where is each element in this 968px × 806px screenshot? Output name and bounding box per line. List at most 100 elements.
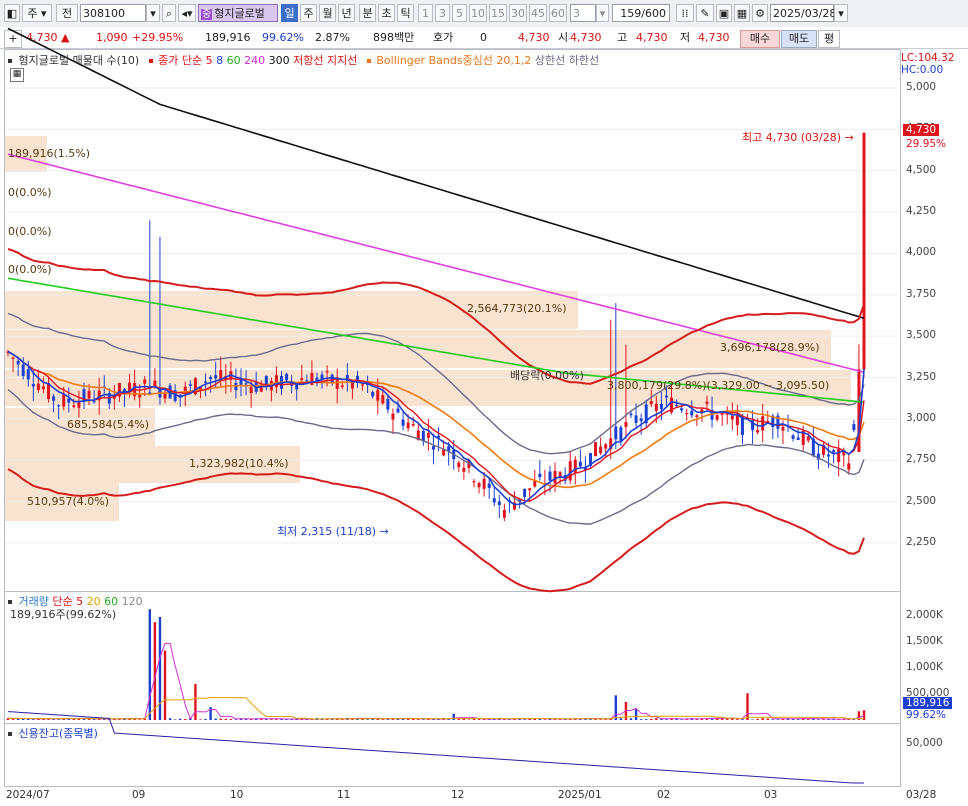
candle-body [41, 386, 45, 390]
legend-ma240[interactable]: 240 [244, 54, 265, 67]
candle-body [285, 373, 289, 381]
vp-label-0: 189,916(1.5%) [8, 147, 91, 160]
hc-label: HC:0.00 [901, 64, 944, 76]
volume-profile [5, 136, 851, 521]
candle-body [204, 381, 208, 383]
candle-body [624, 422, 628, 428]
legend-bb-down[interactable]: 하한선 [569, 54, 599, 67]
x-label-4: 12 [451, 789, 465, 801]
volume-bar [751, 719, 754, 720]
high-annotation: 최고 4,730 (03/28) → [742, 131, 854, 144]
volume-bar [173, 719, 177, 720]
vp-label-9: 510,957(4.0%) [27, 495, 110, 508]
volume-bar [604, 719, 607, 720]
candle-body [16, 360, 20, 365]
volume-bar [523, 719, 526, 720]
price-tick: 2,250 [906, 536, 937, 548]
candle-body [629, 413, 633, 416]
candle-body [244, 383, 248, 385]
price-tick: 2,750 [906, 453, 937, 466]
credit-tick-0: 50,000 [906, 737, 943, 749]
vp-label-5: 3,696,178(28.9%) [720, 341, 820, 354]
vp-label-8: 1,323,982(10.4%) [189, 457, 289, 470]
volume-bar [553, 719, 557, 720]
legend-resist[interactable]: 저항선 [293, 54, 323, 67]
candle-body [730, 415, 734, 420]
legend-bb[interactable]: Bollinger Bands중심선 20,1,2 [376, 54, 531, 67]
candle-body [371, 391, 375, 397]
candle-body [553, 470, 557, 484]
last-price-tag: 4,730 [903, 124, 940, 136]
volume-bar [766, 718, 769, 720]
vol-tick-2: 1,000K [906, 661, 943, 673]
candle-body [690, 410, 694, 416]
volume-bar [32, 719, 35, 720]
vol-tick-0: 2,000K [906, 609, 943, 621]
candle-body [472, 481, 476, 483]
candle-body [502, 509, 506, 518]
price-tick: 5,000 [906, 81, 937, 93]
candle-body [735, 415, 739, 426]
volume-bar [629, 718, 633, 720]
legend-ma[interactable]: 종가 단순 5 [158, 54, 212, 67]
volume-bar [153, 622, 157, 720]
volume-bar [852, 719, 856, 720]
vol-ma20-line [7, 697, 865, 720]
candle-body [426, 433, 430, 438]
candle-body [675, 405, 679, 407]
candle-body [827, 454, 831, 457]
volume-bar [148, 609, 152, 720]
candle-body [649, 401, 653, 405]
candle-body [523, 488, 527, 497]
credit-label[interactable]: 신용잔고(종목별) [19, 727, 98, 740]
candle-body [350, 382, 354, 389]
volume-bar [366, 719, 369, 720]
candle-body [720, 413, 724, 415]
volume-bar [168, 718, 172, 720]
volume-bars [6, 609, 866, 784]
candle-body [396, 408, 400, 413]
legend-support[interactable]: 지지선 [327, 54, 357, 67]
vp-label-2: 0(0.0%) [8, 225, 52, 238]
volume-bar [194, 683, 197, 720]
legend-stock[interactable]: 형지글로벌 매물대 수(10) [19, 54, 140, 67]
candle-body [654, 403, 658, 411]
volume-bar [229, 719, 233, 720]
price-tick: 3,750 [906, 287, 937, 300]
legend-marker [8, 59, 12, 63]
volume-bar [300, 719, 303, 720]
arrow-right-icon: → [379, 525, 389, 538]
legend-marker-orange [366, 59, 371, 63]
vol-ma5-line [7, 642, 865, 720]
candle-body [11, 357, 15, 359]
legend-ma8[interactable]: 8 [216, 54, 223, 67]
grid-toggle-icon[interactable]: ▦ [10, 68, 24, 82]
volume-bar [645, 719, 648, 720]
volume-bar [655, 718, 658, 720]
candle-body [538, 473, 542, 478]
candle-body [578, 461, 582, 467]
volume-bar [472, 718, 476, 720]
volume-bar [680, 719, 683, 720]
candle-body [599, 446, 603, 454]
x-label-7: 03 [764, 789, 778, 801]
volume-bar [224, 718, 227, 720]
price-chart [5, 27, 898, 784]
candle-body [492, 498, 496, 503]
price-tick: 3,500 [906, 329, 937, 342]
legend-ma300[interactable]: 300 [269, 54, 290, 67]
vol-tick-1: 1,500K [906, 635, 943, 647]
legend-ma60[interactable]: 60 [227, 54, 241, 67]
x-label-6: 02 [657, 789, 671, 801]
candle-body [249, 386, 253, 394]
volume-bar [736, 719, 739, 720]
volume-bar [163, 650, 167, 720]
candle-body [685, 413, 689, 415]
volume-bar [761, 718, 764, 720]
price-tick: 2,500 [906, 494, 937, 507]
vol-ma120[interactable]: 120 [122, 595, 143, 608]
candle-body [361, 384, 365, 386]
x-label-5: 2025/01 [558, 789, 602, 801]
legend-bb-up[interactable]: 상한선 [535, 54, 565, 67]
x-label-0: 2024/07 [6, 789, 50, 801]
